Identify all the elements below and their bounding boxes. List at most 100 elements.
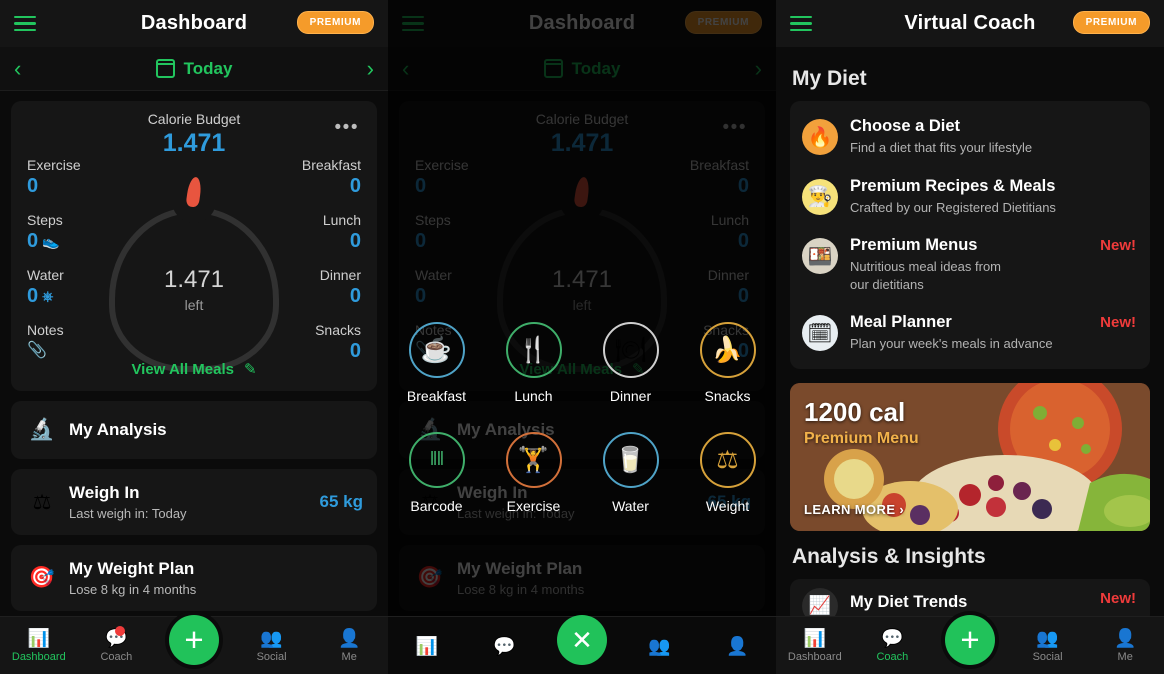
nav-social[interactable]: 👥 Social [233,629,311,663]
nav-dashboard[interactable]: 📊 Dashboard [776,629,854,663]
quick-add-water[interactable]: 🥛 Water [582,432,679,514]
stat-exercise[interactable]: Exercise 0 [27,157,115,198]
calorie-budget-value: 1.471 [162,129,226,157]
stat-label: Notes [27,322,64,338]
premium-badge[interactable]: PREMIUM [1072,11,1150,34]
cloche-icon: 🍽 [602,322,659,378]
section-title-analysis: Analysis & Insights [792,544,986,568]
pencil-icon[interactable]: ✎ [244,360,257,378]
coffee-cup-icon: ☕ [408,322,465,378]
right-stats-column: Breakfast 0 Lunch 0 Dinner 0 Snacks 0 [273,157,361,377]
stat-notes[interactable]: Notes 📎 [27,322,115,360]
nav-me[interactable]: 👤 Me [1086,629,1164,663]
diet-item-premium-menus[interactable]: 🍱 Premium Menus Nutritious meal ideas fr… [790,226,1150,303]
stat-breakfast[interactable]: Breakfast 0 [273,157,361,198]
chart-icon: 📊 [415,635,438,656]
stat-snacks[interactable]: Snacks 0 [273,322,361,363]
stat-steps[interactable]: Steps 0 👟 [27,212,115,253]
nav-coach[interactable]: 💬 Coach [854,629,932,663]
flame-icon: 🔥 [802,119,838,155]
dumbbell-icon: 🏋 [505,432,562,488]
diet-item-choose-a-diet[interactable]: 🔥 Choose a Diet Find a diet that fits yo… [790,107,1150,167]
nav-me[interactable]: 👤 [698,637,776,655]
weight-value: 65 kg [319,492,363,511]
quick-add-barcode[interactable]: ‖‖ Barcode [388,432,485,514]
add-icon[interactable]: + [168,614,219,665]
close-icon[interactable]: ✕ [556,614,607,665]
row-my-analysis[interactable]: 🔬 My Analysis [11,401,377,459]
banana-icon: 🍌 [699,322,756,378]
diet-item-subtitle: Crafted by our Registered Dietitians [850,199,1056,215]
row-title: Weigh In [69,483,140,502]
next-day-button[interactable]: › [367,57,374,80]
nav-social[interactable]: 👥 Social [1009,629,1087,663]
diet-item-subtitle: Find a diet that fits your lifestyle [850,140,1033,155]
social-icon: 👥 [260,627,283,648]
quick-add-label: Water [612,498,649,514]
diet-item-subtitle: Plan your week's meals in advance [850,336,1053,352]
promo-banner[interactable]: 1200 cal Premium Menu LEARN MORE › [790,382,1150,531]
stat-value: 0 👟 [27,230,115,253]
nav-label: Coach [100,650,133,663]
nav-dashboard[interactable]: 📊 [388,637,466,655]
view-all-meals-link[interactable]: View All Meals [131,361,234,378]
view-all-meals-group[interactable]: View All Meals ✎ [11,360,377,379]
row-text: Weigh In Last weigh in: Today [69,483,187,521]
nav-close[interactable]: ✕ [543,614,621,671]
quick-add-grid: ☕ Breakfast 🍴 Lunch 🍽 Dinner 🍌 Snacks ‖‖… [388,322,776,514]
water-glass-icon: 🥛 [602,432,659,488]
stat-water[interactable]: Water 0 ⎈ [27,267,115,308]
prev-day-button[interactable]: ‹ [14,57,21,80]
quick-add-label: Dinner [609,388,652,404]
my-diet-card: 🔥 Choose a Diet Find a diet that fits yo… [790,101,1150,369]
diet-item-premium-recipes[interactable]: 👨‍🍳 Premium Recipes & Meals Crafted by o… [790,167,1150,227]
quick-add-snacks[interactable]: 🍌 Snacks [679,322,776,404]
notification-badge [115,625,126,636]
diet-item-text: Meal Planner Plan your week's meals in a… [850,313,1053,353]
stat-number: 0 [349,175,361,197]
stat-value: 0 ⎈ [27,285,115,308]
add-icon[interactable]: + [944,614,995,665]
stat-value: 0 [273,230,361,253]
nav-add[interactable]: + [155,614,233,671]
nav-me[interactable]: 👤 Me [310,629,388,663]
left-stats-column: Exercise 0 Steps 0 👟 Water 0 ⎈ Notes 📎 [27,157,115,374]
row-title: My Weight Plan [69,559,195,578]
nav-coach[interactable]: 💬 Coach [78,625,156,663]
stat-label: Water [27,267,64,283]
chef-hat-icon: 👨‍🍳 [802,178,838,215]
row-title: My Analysis [69,420,167,439]
ring-value: 1.471 [163,266,225,293]
quick-add-weight[interactable]: ⚖ Weight [679,432,776,514]
card-more-button[interactable]: ••• [335,117,359,139]
quick-add-breakfast[interactable]: ☕ Breakfast [388,322,485,404]
top-bar: Dashboard PREMIUM [0,0,388,47]
nav-coach[interactable]: 💬 [466,637,544,655]
stat-lunch[interactable]: Lunch 0 [273,212,361,253]
nav-social[interactable]: 👥 [621,637,699,655]
quick-add-dinner[interactable]: 🍽 Dinner [582,322,679,404]
bottom-nav: 📊 Dashboard 💬 Coach + 👥 Social 👤 Me [776,614,1164,674]
diet-item-text: Premium Menus Nutritious meal ideas from… [850,236,1001,293]
premium-badge[interactable]: PREMIUM [296,11,374,34]
quick-add-exercise[interactable]: 🏋 Exercise [485,432,582,514]
stat-dinner[interactable]: Dinner 0 [273,267,361,308]
row-my-weight-plan[interactable]: 🎯 My Weight Plan Lose 8 kg in 4 months [11,545,377,611]
ring-center: 1.471 left [109,207,279,372]
shoe-icon: 👟 [42,233,60,249]
row-weigh-in[interactable]: ⚖ Weigh In Last weigh in: Today 65 kg [11,469,377,535]
coach-icon: 💬 [881,627,904,648]
date-label: Today [183,58,233,78]
date-label-group[interactable]: Today [155,58,233,79]
paperclip-icon: 📎 [27,342,47,359]
learn-more-button[interactable]: LEARN MORE › [804,502,904,517]
quick-add-lunch[interactable]: 🍴 Lunch [485,322,582,404]
calorie-ring[interactable]: 1.471 left [109,176,279,372]
profile-icon: 👤 [1113,627,1137,648]
calendar-icon [155,59,175,78]
diet-item-subtitle: Nutritious meal ideas from our dietitian… [850,259,1001,292]
cutlery-icon: 🍴 [505,322,562,378]
diet-item-meal-planner[interactable]: 🗓 Meal Planner Plan your week's meals in… [790,303,1150,363]
nav-dashboard[interactable]: 📊 Dashboard [0,629,78,663]
nav-add[interactable]: + [931,614,1009,671]
